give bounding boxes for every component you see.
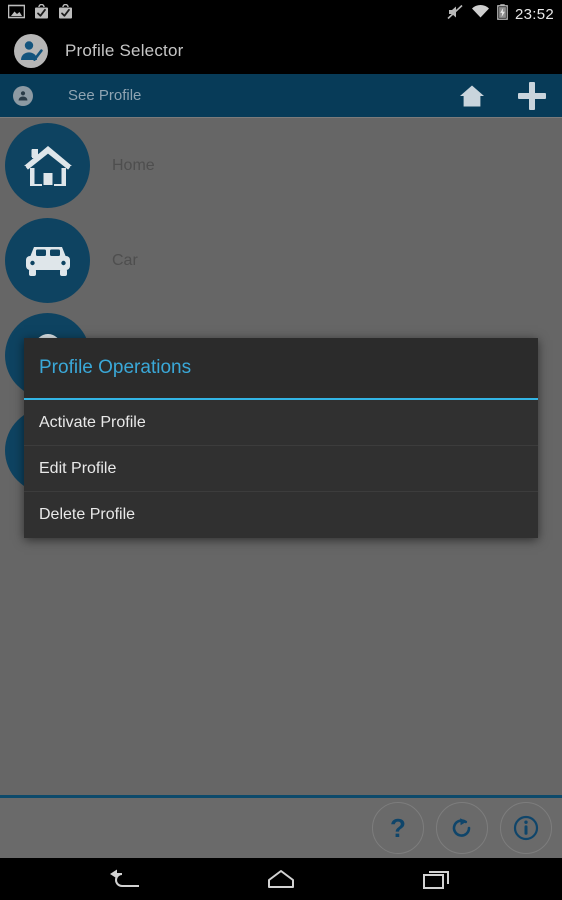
dialog-title-bar: Profile Operations [24,338,538,400]
plus-icon [518,81,546,110]
dialog-item-label: Activate Profile [39,413,146,431]
person-icon [13,85,33,106]
app-icon [14,34,48,68]
profile-person-check-icon [21,41,43,61]
status-bar: 23:52 [0,0,562,28]
volume-muted-icon [447,4,464,25]
page-title: Profile Selector [65,41,184,60]
list-item[interactable]: Car [0,213,562,308]
app-title-bar: Profile Selector [0,28,562,74]
refresh-button[interactable] [436,802,488,854]
house-icon [23,145,72,186]
home-button[interactable] [442,74,502,117]
car-icon [25,246,70,276]
recents-icon [423,871,449,889]
android-nav-bar [0,858,562,900]
profile-operations-dialog: Profile Operations Activate Profile Edit… [24,338,538,538]
nav-home-button[interactable] [253,858,309,900]
help-button[interactable]: ? [372,802,424,854]
dialog-item-delete-profile[interactable]: Delete Profile [24,492,538,538]
action-bar-icon-wrap [0,85,46,106]
nav-back-button[interactable] [97,858,153,900]
see-profile-label: See Profile [68,87,142,104]
nav-recents-button[interactable] [409,858,465,900]
action-bar: See Profile [0,74,562,117]
install-complete-icon [34,3,49,25]
dialog-title: Profile Operations [39,357,192,378]
image-icon [7,4,26,24]
dialog-item-edit-profile[interactable]: Edit Profile [24,446,538,492]
back-icon [110,869,139,887]
profile-avatar-car [5,218,90,303]
bottom-toolbar: ? [0,795,562,858]
add-profile-button[interactable] [502,74,562,117]
home-icon [268,870,294,888]
status-bar-right-icons: 23:52 [447,3,554,25]
list-item-label: Car [112,251,138,269]
device-screen: 23:52 Profile Selector See Profile Home … [0,0,562,900]
status-bar-left-icons [7,3,73,25]
list-item[interactable]: Home [0,118,562,213]
action-bar-actions [442,74,562,117]
wifi-icon [471,4,490,24]
install-complete-icon [58,3,73,25]
battery-charging-icon [497,3,508,25]
profile-avatar-home [5,123,90,208]
dialog-item-label: Edit Profile [39,459,117,477]
refresh-icon [452,818,471,837]
home-icon [460,85,484,106]
help-button-label: ? [390,812,406,843]
bottom-toolbar-buttons: ? [372,798,552,858]
status-bar-clock: 23:52 [514,5,554,23]
dialog-item-activate-profile[interactable]: Activate Profile [24,400,538,446]
info-button[interactable] [500,802,552,854]
list-item-label: Home [112,156,155,174]
info-icon [513,815,539,841]
dialog-item-label: Delete Profile [39,506,136,523]
